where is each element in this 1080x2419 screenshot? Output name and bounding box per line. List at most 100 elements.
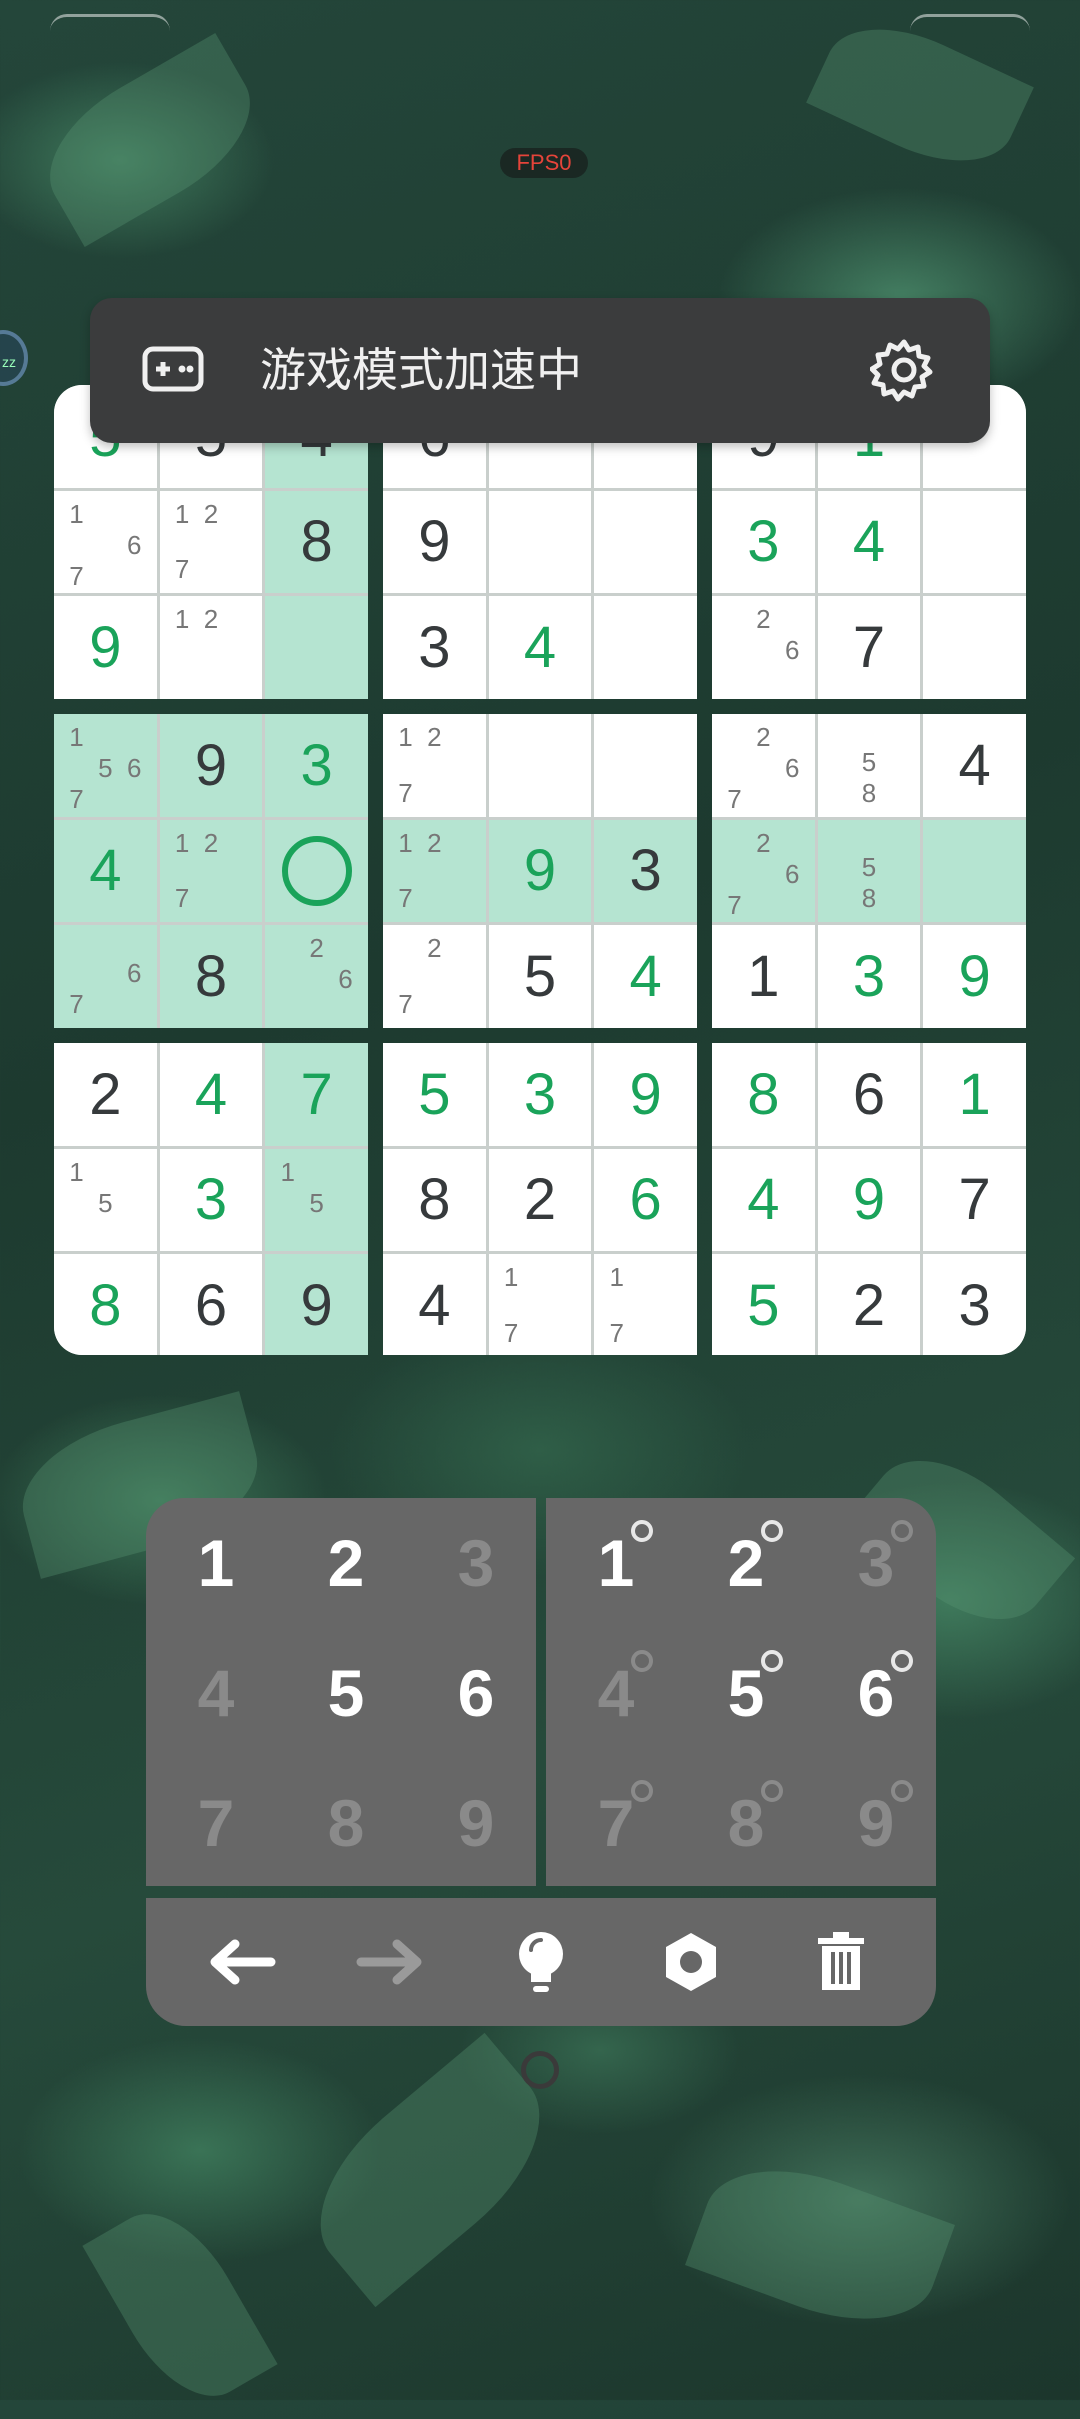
sudoku-cell[interactable]: 3: [923, 1254, 1026, 1355]
sudoku-cell[interactable]: [488, 714, 592, 817]
sudoku-cell[interactable]: [594, 714, 697, 817]
sudoku-cell[interactable]: 67: [54, 925, 157, 1028]
sudoku-cell[interactable]: 1 6 7: [54, 490, 157, 594]
sudoku-cell[interactable]: 9: [54, 596, 157, 699]
sudoku-cell[interactable]: 1: [712, 925, 815, 1028]
sudoku-cell[interactable]: 9: [265, 1254, 368, 1355]
sudoku-cell[interactable]: 5: [488, 925, 592, 1028]
undo-button[interactable]: [186, 1907, 296, 2017]
sudoku-cell[interactable]: [594, 490, 697, 594]
sudoku-cell[interactable]: 7: [817, 596, 921, 699]
sudoku-cell[interactable]: 2: [54, 1043, 157, 1146]
sudoku-cell[interactable]: [265, 596, 368, 699]
number-key-7[interactable]: 7: [151, 1758, 281, 1888]
sudoku-cell[interactable]: [265, 819, 368, 923]
sudoku-cell[interactable]: [488, 490, 592, 594]
sudoku-cell[interactable]: 7: [923, 1148, 1026, 1252]
sudoku-cell[interactable]: 3: [159, 1148, 263, 1252]
sudoku-cell[interactable]: [923, 596, 1026, 699]
sudoku-cell[interactable]: 17: [594, 1254, 697, 1355]
sudoku-cell[interactable]: 4: [817, 490, 921, 594]
note-key-6[interactable]: 6: [811, 1628, 941, 1758]
note-key-9[interactable]: 9: [811, 1758, 941, 1888]
sudoku-cell[interactable]: 26: [712, 596, 815, 699]
note-key-3[interactable]: 3: [811, 1498, 941, 1628]
sudoku-cell[interactable]: 4: [488, 596, 592, 699]
game-mode-banner[interactable]: 游戏模式加速中: [90, 298, 990, 443]
sudoku-cell[interactable]: 8: [159, 925, 263, 1028]
gear-icon[interactable]: [869, 336, 938, 409]
redo-button[interactable]: [336, 1907, 446, 2017]
sudoku-cell[interactable]: 3: [594, 819, 697, 923]
sudoku-cell[interactable]: 4: [923, 714, 1026, 817]
note-digit: 1: [174, 498, 190, 529]
number-key-9[interactable]: 9: [411, 1758, 541, 1888]
sudoku-cell[interactable]: 7: [265, 1043, 368, 1146]
sudoku-cell[interactable]: 4: [54, 819, 157, 923]
sudoku-cell[interactable]: 27: [383, 925, 486, 1028]
sudoku-cell[interactable]: 3: [817, 925, 921, 1028]
sudoku-cell[interactable]: 5: [383, 1043, 486, 1146]
sudoku-cell[interactable]: 2: [488, 1148, 592, 1252]
sudoku-cell[interactable]: 8: [712, 1043, 815, 1146]
sudoku-cell[interactable]: 17: [488, 1254, 592, 1355]
sudoku-cell[interactable]: 8: [383, 1148, 486, 1252]
sudoku-cell[interactable]: 6: [594, 1148, 697, 1252]
note-key-2[interactable]: 2: [681, 1498, 811, 1628]
sudoku-cell[interactable]: 127: [159, 490, 263, 594]
floating-side-bubble[interactable]: zz: [0, 330, 28, 386]
sudoku-cell[interactable]: 1: [923, 1043, 1026, 1146]
sudoku-cell[interactable]: 8: [265, 490, 368, 594]
sudoku-cell[interactable]: 58: [817, 819, 921, 923]
sudoku-cell[interactable]: 3: [265, 714, 368, 817]
number-key-1[interactable]: 1: [151, 1498, 281, 1628]
number-key-4[interactable]: 4: [151, 1628, 281, 1758]
sudoku-cell[interactable]: 58: [817, 714, 921, 817]
sudoku-cell[interactable]: 9: [488, 819, 592, 923]
delete-button[interactable]: [786, 1907, 896, 2017]
home-indicator[interactable]: [521, 2051, 559, 2089]
sudoku-cell[interactable]: 3: [383, 596, 486, 699]
sudoku-cell[interactable]: [923, 819, 1026, 923]
sudoku-cell[interactable]: 9: [923, 925, 1026, 1028]
sudoku-cell[interactable]: 3: [488, 1043, 592, 1146]
note-key-4[interactable]: 4: [551, 1628, 681, 1758]
sudoku-cell[interactable]: 9: [159, 714, 263, 817]
sudoku-cell[interactable]: 4: [594, 925, 697, 1028]
settings-button[interactable]: [636, 1907, 746, 2017]
sudoku-cell[interactable]: 127: [383, 819, 486, 923]
sudoku-cell[interactable]: 9: [383, 490, 486, 594]
number-key-8[interactable]: 8: [281, 1758, 411, 1888]
number-key-3[interactable]: 3: [411, 1498, 541, 1628]
sudoku-cell[interactable]: 9: [817, 1148, 921, 1252]
sudoku-cell[interactable]: 1567: [54, 714, 157, 817]
sudoku-cell[interactable]: 6: [159, 1254, 263, 1355]
sudoku-cell[interactable]: [923, 490, 1026, 594]
number-key-2[interactable]: 2: [281, 1498, 411, 1628]
sudoku-cell[interactable]: 127: [159, 819, 263, 923]
sudoku-cell[interactable]: 2: [817, 1254, 921, 1355]
note-key-1[interactable]: 1: [551, 1498, 681, 1628]
sudoku-cell[interactable]: 4: [159, 1043, 263, 1146]
note-key-8[interactable]: 8: [681, 1758, 811, 1888]
note-key-5[interactable]: 5: [681, 1628, 811, 1758]
sudoku-cell[interactable]: 8: [54, 1254, 157, 1355]
sudoku-cell[interactable]: 15: [265, 1148, 368, 1252]
number-key-6[interactable]: 6: [411, 1628, 541, 1758]
sudoku-cell[interactable]: 9: [594, 1043, 697, 1146]
sudoku-cell[interactable]: 127: [383, 714, 486, 817]
sudoku-cell[interactable]: 12: [159, 596, 263, 699]
sudoku-cell[interactable]: 26 7: [712, 819, 815, 923]
sudoku-cell[interactable]: 6: [817, 1043, 921, 1146]
sudoku-cell[interactable]: 4: [712, 1148, 815, 1252]
sudoku-cell[interactable]: 5: [712, 1254, 815, 1355]
sudoku-cell[interactable]: 4: [383, 1254, 486, 1355]
sudoku-cell[interactable]: [594, 596, 697, 699]
sudoku-cell[interactable]: 15: [54, 1148, 157, 1252]
sudoku-cell[interactable]: 3: [712, 490, 815, 594]
sudoku-cell[interactable]: 26 7: [712, 714, 815, 817]
number-key-5[interactable]: 5: [281, 1628, 411, 1758]
hint-button[interactable]: [486, 1907, 596, 2017]
sudoku-cell[interactable]: 26: [265, 925, 368, 1028]
note-key-7[interactable]: 7: [551, 1758, 681, 1888]
